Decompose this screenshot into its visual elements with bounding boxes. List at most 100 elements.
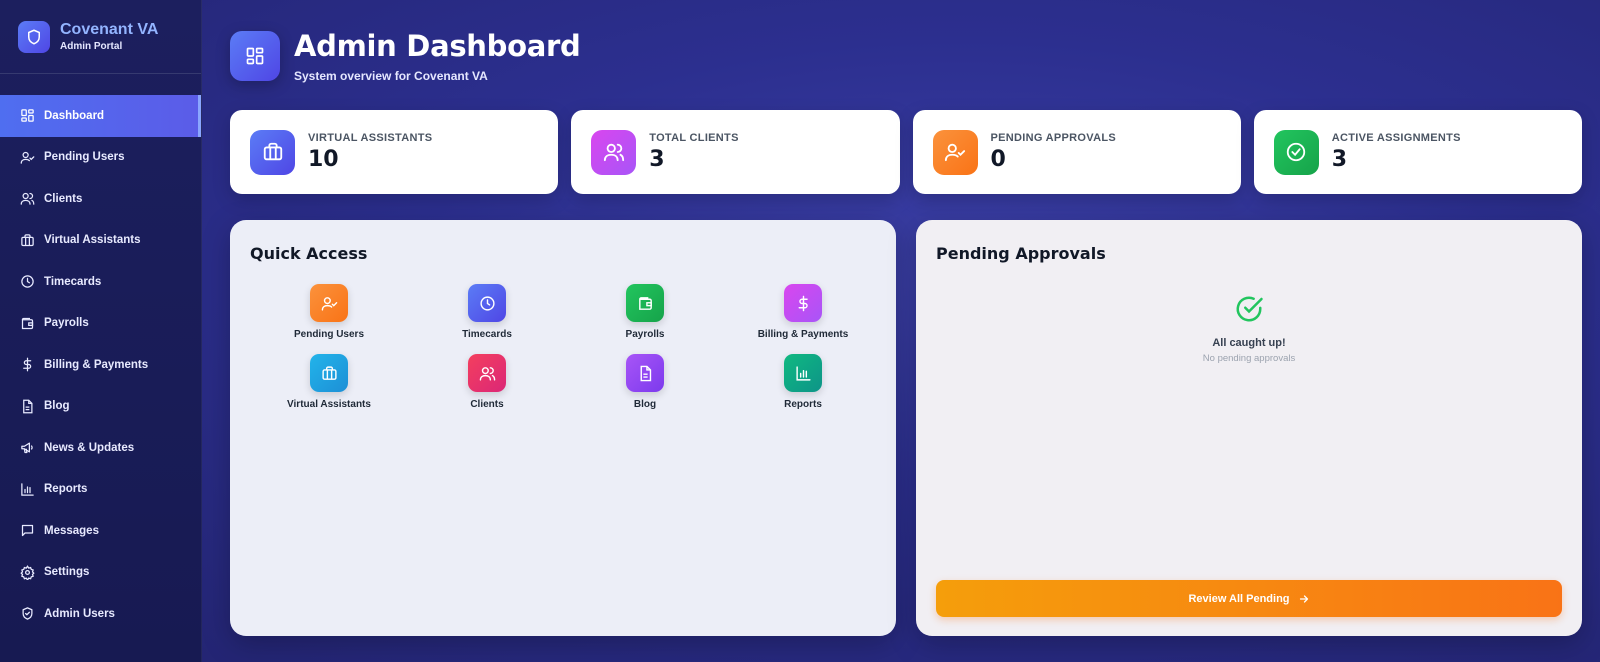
grid-icon bbox=[230, 31, 280, 81]
brand-title: Covenant VA bbox=[60, 21, 159, 38]
quick-access-label: Timecards bbox=[462, 329, 512, 340]
page-header: Admin Dashboard System overview for Cove… bbox=[230, 29, 581, 83]
user-check-icon bbox=[310, 284, 348, 322]
quick-access-pending-users[interactable]: Pending Users bbox=[250, 284, 408, 341]
sidebar-item-timecards[interactable]: Timecards bbox=[0, 261, 201, 303]
empty-state: All caught up! No pending approvals bbox=[916, 294, 1582, 364]
stat-card-total-clients[interactable]: Total Clients 3 bbox=[571, 110, 900, 194]
quick-access-blog[interactable]: Blog bbox=[566, 354, 724, 411]
stat-value: 3 bbox=[1331, 147, 1348, 172]
review-all-pending-button[interactable]: Review All Pending bbox=[936, 580, 1562, 617]
stat-label: Pending Approvals bbox=[990, 132, 1117, 144]
sidebar-item-settings[interactable]: Settings bbox=[0, 552, 201, 594]
quick-access-label: Pending Users bbox=[293, 329, 365, 340]
quick-access-timecards[interactable]: Timecards bbox=[408, 284, 566, 341]
empty-state-subtitle: No pending approvals bbox=[1202, 353, 1296, 364]
brand[interactable]: Covenant VA Admin Portal bbox=[0, 0, 201, 74]
stats-row: Virtual Assistants 10 Total Clients 3 Pe… bbox=[230, 110, 1582, 194]
sidebar-item-pending-users[interactable]: Pending Users bbox=[0, 137, 201, 179]
sidebar-item-label: Reports bbox=[44, 483, 88, 496]
sidebar-item-label: Billing & Payments bbox=[44, 358, 149, 371]
clock-icon bbox=[19, 274, 35, 290]
quick-access-reports[interactable]: Reports bbox=[724, 354, 882, 411]
sidebar-item-billing[interactable]: Billing & Payments bbox=[0, 344, 201, 386]
bar-chart-icon bbox=[784, 354, 822, 392]
shield-check-icon bbox=[19, 606, 35, 622]
sidebar-item-label: Timecards bbox=[44, 275, 102, 288]
message-icon bbox=[19, 523, 35, 539]
quick-access-label: Virtual Assistants bbox=[287, 399, 371, 410]
sidebar-item-label: Payrolls bbox=[44, 317, 89, 330]
pending-approvals-panel: Pending Approvals All caught up! No pend… bbox=[916, 220, 1582, 636]
sidebar-item-virtual-assistants[interactable]: Virtual Assistants bbox=[0, 220, 201, 262]
sidebar-item-reports[interactable]: Reports bbox=[0, 469, 201, 511]
review-button-label: Review All Pending bbox=[1188, 592, 1290, 605]
quick-access-title: Quick Access bbox=[250, 244, 368, 263]
quick-access-label: Billing & Payments bbox=[757, 329, 849, 340]
document-icon bbox=[19, 398, 35, 414]
sidebar-item-news[interactable]: News & Updates bbox=[0, 427, 201, 469]
megaphone-icon bbox=[19, 440, 35, 456]
sidebar-item-admin-users[interactable]: Admin Users bbox=[0, 593, 201, 635]
users-icon bbox=[468, 354, 506, 392]
empty-state-title: All caught up! bbox=[1212, 337, 1286, 349]
grid-icon bbox=[19, 108, 35, 124]
sidebar-item-dashboard[interactable]: Dashboard bbox=[0, 95, 201, 137]
check-circle-icon bbox=[1234, 294, 1264, 329]
sidebar-item-payrolls[interactable]: Payrolls bbox=[0, 303, 201, 345]
dollar-icon bbox=[19, 357, 35, 373]
briefcase-icon bbox=[250, 129, 295, 175]
quick-access-billing[interactable]: Billing & Payments bbox=[724, 284, 882, 341]
stat-card-virtual-assistants[interactable]: Virtual Assistants 10 bbox=[230, 110, 559, 194]
arrow-right-icon bbox=[1298, 593, 1310, 605]
sidebar-item-label: News & Updates bbox=[44, 441, 135, 454]
sidebar-item-label: Admin Users bbox=[44, 607, 115, 620]
quick-access-label: Payrolls bbox=[625, 329, 665, 340]
document-icon bbox=[626, 354, 664, 392]
stat-card-active-assignments[interactable]: Active Assignments 3 bbox=[1253, 110, 1582, 194]
briefcase-icon bbox=[19, 232, 35, 248]
sidebar-item-label: Pending Users bbox=[44, 151, 125, 164]
stat-label: Total Clients bbox=[649, 132, 739, 144]
clock-icon bbox=[468, 284, 506, 322]
briefcase-icon bbox=[310, 354, 348, 392]
stat-card-pending-approvals[interactable]: Pending Approvals 0 bbox=[912, 110, 1241, 194]
wallet-icon bbox=[19, 315, 35, 331]
sidebar-item-blog[interactable]: Blog bbox=[0, 386, 201, 428]
quick-access-panel: Quick Access Pending Users Timecards Pay… bbox=[230, 220, 896, 636]
user-check-icon bbox=[19, 149, 35, 165]
sidebar-item-label: Settings bbox=[44, 566, 90, 579]
users-icon bbox=[591, 129, 637, 175]
sidebar-item-label: Virtual Assistants bbox=[44, 234, 141, 247]
sidebar-item-label: Blog bbox=[44, 400, 70, 413]
stat-value: 3 bbox=[649, 147, 665, 172]
sidebar-nav: Dashboard Pending Users Clients Virtual … bbox=[0, 95, 201, 635]
sidebar-item-label: Messages bbox=[44, 524, 99, 537]
bar-chart-icon bbox=[19, 481, 35, 497]
stat-value: 10 bbox=[308, 147, 339, 172]
page-title: Admin Dashboard bbox=[294, 29, 581, 63]
quick-access-clients[interactable]: Clients bbox=[408, 354, 566, 411]
users-icon bbox=[19, 191, 35, 207]
wallet-icon bbox=[626, 284, 664, 322]
quick-access-virtual-assistants[interactable]: Virtual Assistants bbox=[250, 354, 408, 411]
shield-icon bbox=[18, 20, 50, 53]
sidebar-item-label: Clients bbox=[44, 192, 83, 205]
sidebar-item-label: Dashboard bbox=[44, 109, 105, 122]
check-circle-icon bbox=[1273, 129, 1319, 175]
quick-access-label: Clients bbox=[470, 399, 504, 410]
pending-approvals-title: Pending Approvals bbox=[936, 244, 1106, 263]
stat-label: Virtual Assistants bbox=[308, 132, 433, 144]
quick-access-label: Reports bbox=[784, 399, 822, 410]
gear-icon bbox=[19, 564, 35, 580]
sidebar-item-clients[interactable]: Clients bbox=[0, 178, 201, 220]
quick-access-grid: Pending Users Timecards Payrolls Billing… bbox=[250, 284, 882, 411]
quick-access-payrolls[interactable]: Payrolls bbox=[566, 284, 724, 341]
stat-value: 0 bbox=[990, 147, 1006, 172]
stat-label: Active Assignments bbox=[1331, 132, 1461, 144]
brand-subtitle: Admin Portal bbox=[60, 41, 123, 52]
sidebar: Covenant VA Admin Portal Dashboard Pendi… bbox=[0, 0, 202, 662]
page-subtitle: System overview for Covenant VA bbox=[294, 69, 488, 83]
sidebar-item-messages[interactable]: Messages bbox=[0, 510, 201, 552]
user-check-icon bbox=[932, 129, 978, 175]
